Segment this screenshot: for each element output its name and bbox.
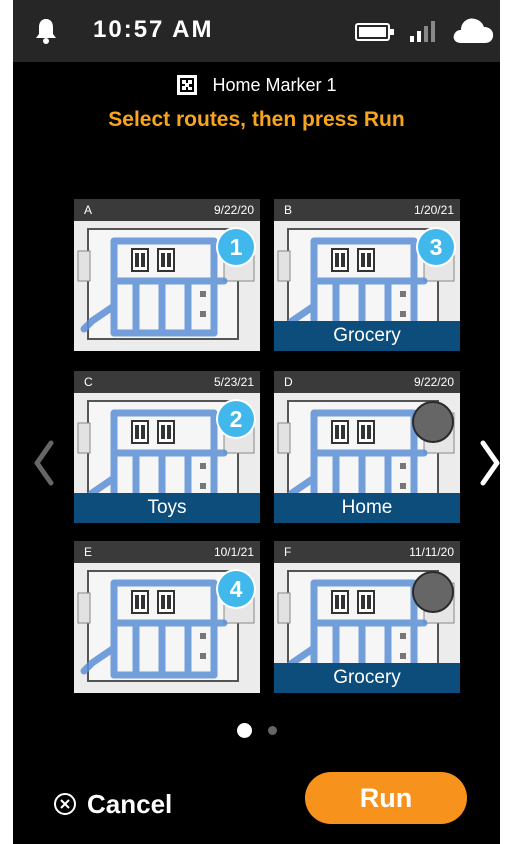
route-order-badge: 3 bbox=[418, 229, 454, 265]
cloud-icon bbox=[453, 18, 494, 43]
signal-icon bbox=[410, 21, 435, 42]
marker-row: Home Marker 1 bbox=[13, 72, 500, 98]
robot-screen: 10:57 AM Home Marker 1 Select routes, th… bbox=[13, 0, 500, 844]
route-label: Home bbox=[274, 493, 460, 523]
route-tile-c[interactable]: C 5/23/21 2 Toys bbox=[74, 371, 260, 523]
tile-header: E 10/1/21 bbox=[74, 541, 260, 563]
route-order-badge: 2 bbox=[218, 401, 254, 437]
tile-letter: C bbox=[84, 375, 93, 389]
page-dot[interactable] bbox=[267, 726, 277, 735]
route-unselected-badge[interactable] bbox=[412, 401, 454, 443]
tile-header: F 11/11/20 bbox=[274, 541, 460, 563]
route-tile-b[interactable]: B 1/20/21 3 Grocery bbox=[274, 199, 460, 351]
page-indicator bbox=[13, 723, 500, 738]
tile-letter: E bbox=[84, 545, 93, 559]
tile-date: 1/20/21 bbox=[413, 203, 454, 217]
route-label: Grocery bbox=[274, 321, 460, 351]
tile-header: D 9/22/20 bbox=[274, 371, 460, 393]
tile-header: A 9/22/20 bbox=[74, 199, 260, 221]
tile-date: 11/11/20 bbox=[409, 545, 454, 559]
tile-letter: B bbox=[284, 203, 293, 217]
tile-letter: D bbox=[284, 375, 293, 389]
marker-icon bbox=[177, 75, 198, 95]
chevron-right-icon[interactable] bbox=[477, 438, 500, 488]
chevron-left-icon[interactable] bbox=[31, 438, 57, 488]
tile-date: 9/22/20 bbox=[213, 203, 254, 217]
marker-label: Home Marker 1 bbox=[212, 74, 337, 95]
status-time: 10:57 AM bbox=[93, 16, 214, 43]
status-bar: 10:57 AM bbox=[13, 0, 500, 62]
route-order-badge: 1 bbox=[218, 229, 254, 265]
route-tile-e[interactable]: E 10/1/21 4 bbox=[74, 541, 260, 693]
route-label: Toys bbox=[74, 493, 260, 523]
route-order-badge: 4 bbox=[218, 571, 254, 607]
route-tile-a[interactable]: A 9/22/20 1 bbox=[74, 199, 260, 351]
close-circle-icon bbox=[54, 793, 76, 815]
tile-header: C 5/23/21 bbox=[74, 371, 260, 393]
cancel-button[interactable]: Cancel bbox=[53, 786, 172, 822]
run-button[interactable]: Run bbox=[305, 772, 467, 824]
tile-date: 10/1/21 bbox=[213, 545, 254, 559]
route-tile-d[interactable]: D 9/22/20 Home bbox=[274, 371, 460, 523]
tile-date: 9/22/20 bbox=[413, 375, 454, 389]
battery-icon bbox=[355, 23, 394, 41]
tile-date: 5/23/21 bbox=[213, 375, 254, 389]
route-label: Grocery bbox=[274, 663, 460, 693]
route-tile-f[interactable]: F 11/11/20 Grocery bbox=[274, 541, 460, 693]
tile-letter: F bbox=[284, 545, 292, 559]
bell-icon bbox=[36, 19, 56, 44]
tile-header: B 1/20/21 bbox=[274, 199, 460, 221]
cancel-label: Cancel bbox=[87, 788, 173, 819]
instruction-text: Select routes, then press Run bbox=[108, 108, 405, 131]
page-dot-active[interactable] bbox=[236, 723, 252, 738]
route-unselected-badge[interactable] bbox=[412, 571, 454, 613]
tile-letter: A bbox=[84, 203, 93, 217]
